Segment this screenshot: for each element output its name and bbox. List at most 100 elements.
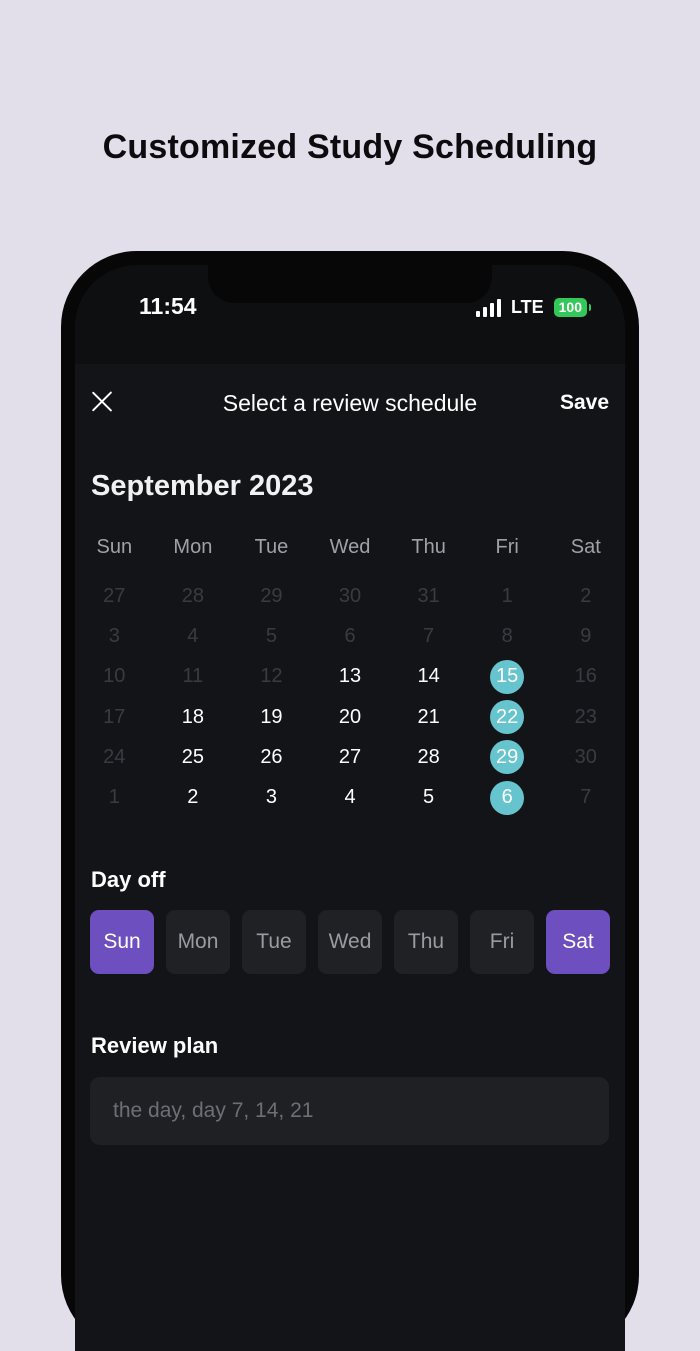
calendar-day-selected[interactable]: 22 — [490, 700, 525, 735]
day-off-toggle-thu[interactable]: Thu — [394, 910, 458, 974]
calendar-week-row: 10 11 12 13 14 15 16 — [75, 657, 625, 697]
weekday-label: Fri — [495, 536, 519, 558]
weekday-label: Tue — [254, 536, 289, 558]
calendar-day-cell: 17 — [75, 697, 154, 737]
day-off-toggle-wed[interactable]: Wed — [318, 910, 382, 974]
calendar-day-number: 3 — [108, 624, 120, 647]
calendar-day-cell: 30 — [311, 576, 390, 616]
calendar-day-selected[interactable]: 15 — [490, 659, 525, 694]
day-off-toggle-sat[interactable]: Sat — [546, 910, 610, 974]
calendar-week-row: 17 18 19 20 21 22 23 — [75, 697, 625, 737]
calendar-week-row: 27 28 29 30 31 1 2 — [75, 576, 625, 616]
calendar-day-number: 27 — [103, 584, 126, 607]
calendar-day-cell[interactable]: 29 — [468, 737, 547, 777]
calendar-day-cell[interactable]: 26 — [232, 737, 311, 777]
calendar-day-number[interactable]: 19 — [254, 700, 288, 734]
calendar-day-cell: 16 — [546, 657, 625, 697]
calendar-day-number: 9 — [580, 624, 592, 647]
schedule-sheet: Select a review schedule Save September … — [75, 364, 625, 1351]
calendar-day-cell[interactable]: 5 — [389, 777, 468, 817]
calendar-day-cell[interactable]: 14 — [389, 657, 468, 697]
calendar-day-number: 6 — [344, 624, 356, 647]
calendar-day-number: 7 — [423, 624, 435, 647]
calendar-day-number[interactable]: 25 — [176, 740, 210, 774]
day-off-toggle-mon[interactable]: Mon — [166, 910, 230, 974]
calendar-day-cell: 29 — [232, 576, 311, 616]
calendar-day-number[interactable]: 26 — [254, 740, 288, 774]
calendar-day-cell[interactable]: 13 — [311, 657, 390, 697]
calendar-day-cell[interactable]: 19 — [232, 697, 311, 737]
weekday-header: Sun Mon Tue Wed Thu Fri Sat — [75, 536, 625, 559]
calendar-day-cell: 23 — [546, 697, 625, 737]
phone-frame: 11:54 LTE 100 Select a review schedule S… — [61, 251, 639, 1351]
calendar-day-cell[interactable]: 22 — [468, 697, 547, 737]
calendar-day-cell[interactable]: 20 — [311, 697, 390, 737]
day-off-toggle-fri[interactable]: Fri — [470, 910, 534, 974]
calendar-day-number[interactable]: 18 — [176, 700, 210, 734]
weekday-label: Wed — [329, 536, 371, 558]
calendar-day-number: 7 — [580, 786, 592, 809]
calendar-day-cell: 11 — [154, 657, 233, 697]
calendar-day-cell[interactable]: 21 — [389, 697, 468, 737]
calendar-day-cell[interactable]: 2 — [154, 777, 233, 817]
calendar-day-number[interactable]: 14 — [412, 660, 446, 694]
calendar-day-number: 10 — [103, 665, 126, 688]
calendar-day-cell[interactable]: 15 — [468, 657, 547, 697]
calendar-day-number[interactable]: 3 — [254, 781, 288, 815]
calendar-day-cell[interactable]: 3 — [232, 777, 311, 817]
calendar-day-cell: 3 — [75, 616, 154, 656]
calendar-day-selected[interactable]: 6 — [490, 780, 525, 815]
calendar-day-cell: 30 — [546, 737, 625, 777]
calendar-day-number[interactable]: 13 — [333, 660, 367, 694]
calendar-grid: 27 28 29 30 31 1 2 3 4 5 6 7 8 9 10 11 12 13 14 15 16 17 18 19 2… — [75, 576, 625, 818]
calendar-day-number: 4 — [187, 624, 199, 647]
weekday-label: Mon — [173, 536, 213, 558]
weekday-label: Sun — [96, 536, 133, 558]
calendar-week-row: 3 4 5 6 7 8 9 — [75, 616, 625, 656]
calendar-day-cell[interactable]: 6 — [468, 777, 547, 817]
calendar-day-number[interactable]: 27 — [333, 740, 367, 774]
weekday-label: Sat — [570, 536, 601, 558]
calendar-day-cell: 4 — [154, 616, 233, 656]
day-off-toggle-sun[interactable]: Sun — [90, 910, 154, 974]
calendar-day-number: 30 — [338, 584, 362, 607]
calendar-day-number: 12 — [260, 665, 283, 688]
calendar-day-number: 1 — [108, 786, 120, 809]
calendar-day-number[interactable]: 2 — [176, 781, 210, 815]
day-off-toggle-tue[interactable]: Tue — [242, 910, 306, 974]
status-indicators: LTE 100 — [475, 297, 592, 318]
calendar-day-number: 23 — [574, 705, 597, 728]
calendar-day-selected[interactable]: 29 — [490, 740, 525, 775]
calendar-day-number[interactable]: 5 — [412, 781, 446, 815]
calendar-day-cell: 9 — [546, 616, 625, 656]
calendar-day-cell[interactable]: 27 — [311, 737, 390, 777]
calendar-day-cell: 27 — [75, 576, 154, 616]
calendar-day-cell[interactable]: 28 — [389, 737, 468, 777]
phone-screen: 11:54 LTE 100 Select a review schedule S… — [75, 265, 625, 1351]
calendar-day-cell[interactable]: 18 — [154, 697, 233, 737]
save-button[interactable]: Save — [560, 391, 609, 415]
review-plan-field[interactable]: the day, day 7, 14, 21 — [90, 1077, 609, 1145]
calendar-day-number: 24 — [103, 745, 126, 768]
calendar-week-row: 1 2 3 4 5 6 7 — [75, 777, 625, 817]
calendar-day-cell: 7 — [546, 777, 625, 817]
review-plan-label: Review plan — [91, 1033, 219, 1058]
nav-bar: Select a review schedule Save — [75, 364, 625, 444]
calendar-day-number[interactable]: 28 — [412, 740, 446, 774]
calendar-day-cell: 24 — [75, 737, 154, 777]
calendar-day-number[interactable]: 4 — [333, 781, 367, 815]
calendar-day-number: 5 — [265, 624, 277, 647]
nav-title: Select a review schedule — [222, 390, 478, 416]
headline: Customized Study Scheduling — [102, 128, 598, 166]
calendar-day-cell[interactable]: 4 — [311, 777, 390, 817]
calendar-day-cell: 31 — [389, 576, 468, 616]
calendar-day-cell: 2 — [546, 576, 625, 616]
calendar-week-row: 24 25 26 27 28 29 30 — [75, 737, 625, 777]
calendar-day-cell[interactable]: 25 — [154, 737, 233, 777]
month-title: September 2023 — [91, 470, 314, 502]
weekday-label: Thu — [411, 536, 446, 558]
calendar-day-number: 28 — [181, 584, 204, 607]
calendar-day-number[interactable]: 21 — [412, 700, 446, 734]
calendar-day-number: 11 — [182, 665, 204, 688]
calendar-day-number[interactable]: 20 — [333, 700, 367, 734]
